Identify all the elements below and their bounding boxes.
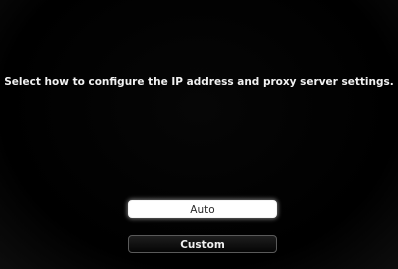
network-setup-screen: Select how to configure the IP address a… bbox=[0, 0, 398, 269]
custom-option-button[interactable]: Custom bbox=[128, 235, 277, 253]
instruction-text: Select how to configure the IP address a… bbox=[4, 76, 394, 88]
auto-option-button[interactable]: Auto bbox=[128, 200, 277, 218]
